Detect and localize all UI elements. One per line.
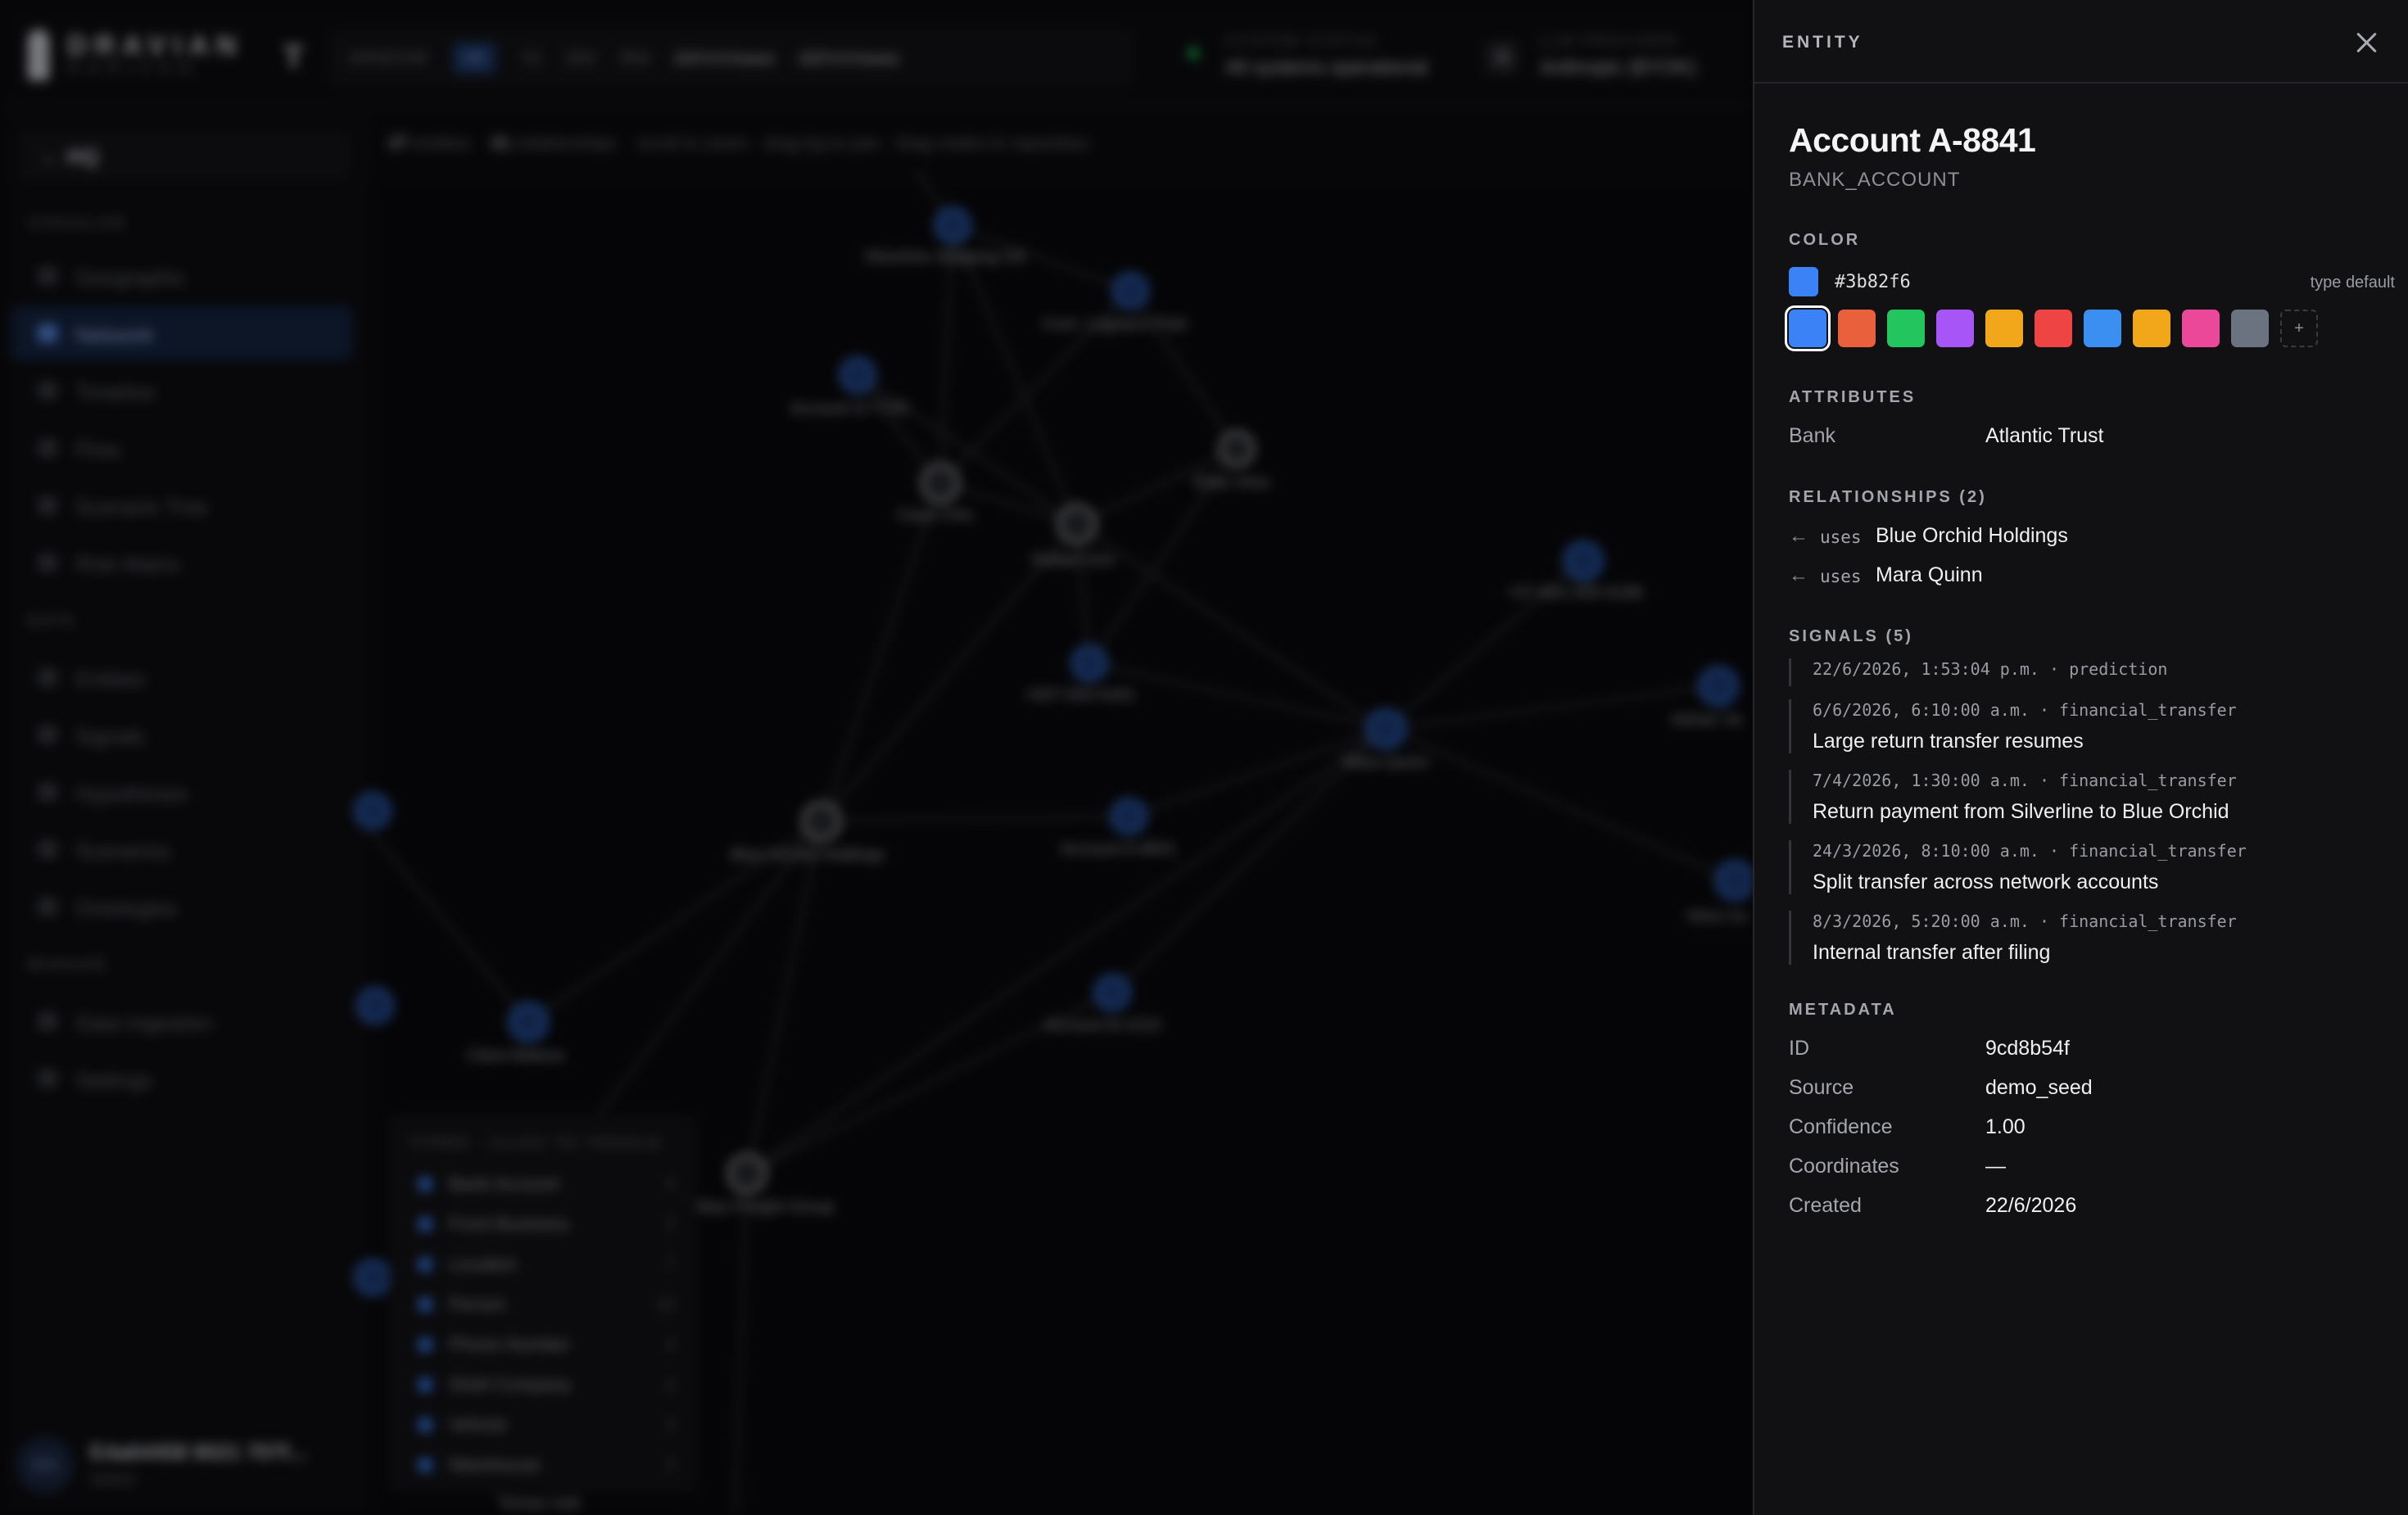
color-swatch-pink[interactable] bbox=[2182, 310, 2220, 347]
color-swatches: + bbox=[1785, 305, 2318, 351]
metadata-value: 22/6/2026 bbox=[1985, 1194, 2077, 1217]
signal-item[interactable]: 7/4/2026, 1:30:00 a.m. · financial_trans… bbox=[1789, 770, 2379, 824]
signal-meta: 6/6/2026, 6:10:00 a.m. · financial_trans… bbox=[1813, 700, 2237, 720]
relationships-section-label: RELATIONSHIPS (2) bbox=[1789, 488, 1987, 506]
signal-item[interactable]: 24/3/2026, 8:10:00 a.m. · financial_tran… bbox=[1789, 840, 2379, 894]
metadata-key: Source bbox=[1789, 1076, 1854, 1099]
signal-item[interactable]: 8/3/2026, 5:20:00 a.m. · financial_trans… bbox=[1789, 911, 2379, 965]
color-swatch-purple[interactable] bbox=[1936, 310, 1974, 347]
metadata-key: Created bbox=[1789, 1194, 1862, 1217]
color-row: #3b82f6 type default bbox=[1789, 267, 2395, 296]
metadata-row-confidence: Confidence 1.00 bbox=[1789, 1115, 2379, 1148]
signal-text: Internal transfer after filing bbox=[1813, 941, 2051, 964]
entity-title: Account A-8841 bbox=[1789, 121, 2036, 159]
close-icon[interactable] bbox=[2352, 28, 2382, 57]
color-swatch-orange[interactable] bbox=[1838, 310, 1876, 347]
color-swatch-red[interactable] bbox=[2035, 310, 2072, 347]
color-swatch-yellow[interactable] bbox=[2133, 310, 2170, 347]
metadata-value: demo_seed bbox=[1985, 1076, 2093, 1099]
relationship-verb: uses bbox=[1820, 567, 1862, 586]
color-swatch-sky[interactable] bbox=[2084, 310, 2121, 347]
metadata-value: 9cd8b54f bbox=[1985, 1037, 2070, 1060]
signal-item[interactable]: 22/6/2026, 1:53:04 p.m. · prediction bbox=[1789, 658, 2379, 686]
relationship-target-link[interactable]: Mara Quinn bbox=[1876, 563, 1983, 587]
signal-text: Large return transfer resumes bbox=[1813, 730, 2084, 753]
relationship-verb: uses bbox=[1820, 527, 1862, 547]
metadata-row-created: Created 22/6/2026 bbox=[1789, 1194, 2379, 1227]
relationship-row: ← uses Blue Orchid Holdings bbox=[1789, 524, 2379, 557]
panel-header-label: ENTITY bbox=[1782, 33, 1863, 52]
entity-type: BANK_ACCOUNT bbox=[1789, 169, 1961, 191]
metadata-value: 1.00 bbox=[1985, 1115, 2026, 1138]
signal-meta: 24/3/2026, 8:10:00 a.m. · financial_tran… bbox=[1813, 841, 2247, 861]
relationship-target-link[interactable]: Blue Orchid Holdings bbox=[1876, 524, 2068, 548]
attributes-section-label: ATTRIBUTES bbox=[1789, 388, 1917, 406]
signal-meta: 22/6/2026, 1:53:04 p.m. · prediction bbox=[1813, 659, 2168, 679]
modal-backdrop[interactable] bbox=[0, 0, 1753, 1515]
metadata-row-coordinates: Coordinates — bbox=[1789, 1155, 2379, 1187]
signal-text: Split transfer across network accounts bbox=[1813, 871, 2159, 893]
color-swatch-amber[interactable] bbox=[1985, 310, 2023, 347]
signal-meta: 7/4/2026, 1:30:00 a.m. · financial_trans… bbox=[1813, 771, 2237, 790]
panel-header: ENTITY bbox=[1754, 0, 2408, 84]
attribute-row: Bank Atlantic Trust bbox=[1789, 424, 2379, 457]
entity-panel: ENTITY Account A-8841 BANK_ACCOUNT COLOR… bbox=[1753, 0, 2408, 1515]
metadata-key: ID bbox=[1789, 1037, 1809, 1060]
color-hex: #3b82f6 bbox=[1835, 272, 1911, 292]
add-color-button[interactable]: + bbox=[2280, 310, 2318, 347]
signals-section-label: SIGNALS (5) bbox=[1789, 627, 1913, 645]
color-swatch-gray[interactable] bbox=[2231, 310, 2269, 347]
metadata-row-source: Source demo_seed bbox=[1789, 1076, 2379, 1109]
attribute-key: Bank bbox=[1789, 424, 1835, 447]
metadata-row-id: ID 9cd8b54f bbox=[1789, 1037, 2379, 1070]
attribute-value: Atlantic Trust bbox=[1985, 424, 2104, 447]
metadata-value: — bbox=[1985, 1155, 2006, 1178]
relationship-row: ← uses Mara Quinn bbox=[1789, 563, 2379, 596]
metadata-key: Coordinates bbox=[1789, 1155, 1899, 1178]
signal-text: Return payment from Silverline to Blue O… bbox=[1813, 800, 2229, 823]
color-section-label: COLOR bbox=[1789, 231, 1861, 249]
metadata-section-label: METADATA bbox=[1789, 1001, 1897, 1019]
arrow-left-icon: ← bbox=[1789, 525, 1808, 547]
type-default-label[interactable]: type default bbox=[2311, 274, 2395, 292]
signal-item[interactable]: 6/6/2026, 6:10:00 a.m. · financial_trans… bbox=[1789, 699, 2379, 753]
metadata-key: Confidence bbox=[1789, 1115, 1893, 1138]
color-swatch-green[interactable] bbox=[1887, 310, 1925, 347]
current-color-swatch bbox=[1789, 267, 1818, 296]
color-swatch-blue[interactable] bbox=[1785, 305, 1831, 351]
arrow-left-icon: ← bbox=[1789, 564, 1808, 586]
signal-meta: 8/3/2026, 5:20:00 a.m. · financial_trans… bbox=[1813, 911, 2237, 931]
